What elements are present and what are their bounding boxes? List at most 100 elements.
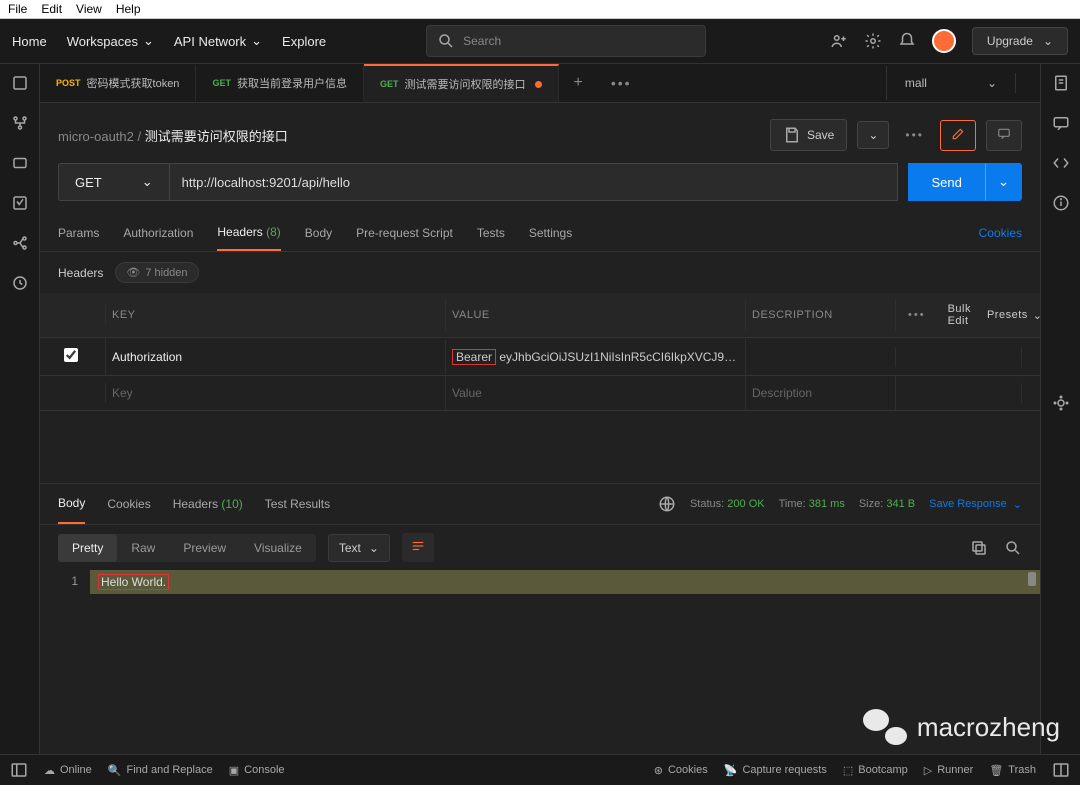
table-more-button[interactable]: •••: [902, 303, 932, 327]
presets-button[interactable]: Presets⌄: [987, 309, 1040, 322]
chevron-down-icon: ⌄: [1013, 498, 1022, 511]
more-actions-button[interactable]: •••: [899, 122, 930, 148]
view-preview[interactable]: Preview: [169, 534, 240, 562]
header-description[interactable]: [746, 347, 896, 367]
line-number: 1: [40, 570, 90, 594]
view-visualize[interactable]: Visualize: [240, 534, 316, 562]
notifications-icon[interactable]: [898, 32, 916, 50]
flows-icon[interactable]: [11, 234, 29, 252]
resp-tab-cookies[interactable]: Cookies: [107, 485, 150, 523]
body-format-select[interactable]: Text⌄: [328, 534, 390, 562]
cookies-link[interactable]: Cookies: [979, 216, 1022, 250]
cookie-icon: ⊛: [654, 764, 663, 777]
header-row-placeholder[interactable]: Key Value Description: [40, 376, 1040, 411]
comments-icon[interactable]: [1052, 114, 1070, 132]
mock-icon[interactable]: [11, 194, 29, 212]
hidden-headers-toggle[interactable]: 👁7 hidden: [115, 262, 198, 283]
subtab-params[interactable]: Params: [58, 216, 99, 250]
subtab-settings[interactable]: Settings: [529, 216, 572, 250]
view-raw[interactable]: Raw: [117, 534, 169, 562]
save-icon: [783, 126, 801, 144]
settings-icon[interactable]: [864, 32, 882, 50]
upgrade-button[interactable]: Upgrade⌄: [972, 27, 1068, 55]
request-subtabs: Params Authorization Headers (8) Body Pr…: [40, 215, 1040, 252]
chevron-down-icon: ⌄: [251, 33, 262, 49]
footer-runner[interactable]: ▷Runner: [924, 761, 974, 779]
edit-button[interactable]: [940, 120, 976, 151]
status-label: Status: 200 OK: [690, 498, 765, 510]
globe-icon[interactable]: [658, 495, 676, 513]
subtab-authorization[interactable]: Authorization: [123, 216, 193, 250]
comment-button[interactable]: [986, 120, 1022, 151]
header-key[interactable]: Authorization: [106, 340, 446, 374]
save-response-button[interactable]: Save Response⌄: [929, 498, 1022, 511]
tab-2[interactable]: GET获取当前登录用户信息: [196, 65, 364, 101]
chevron-down-icon: ⌄: [143, 33, 154, 49]
resp-tab-headers[interactable]: Headers (10): [173, 485, 243, 523]
footer-trash[interactable]: 🗑Trash: [989, 761, 1036, 779]
console-button[interactable]: ▣Console: [229, 764, 285, 777]
send-options-button[interactable]: ⌄: [985, 163, 1022, 201]
url-input[interactable]: [169, 163, 899, 201]
tab-3[interactable]: GET测试需要访问权限的接口: [364, 64, 560, 102]
wrap-lines-button[interactable]: [402, 533, 434, 562]
menu-help[interactable]: Help: [116, 2, 141, 16]
copy-icon[interactable]: [970, 539, 988, 557]
search-icon: [437, 32, 455, 50]
collections-icon[interactable]: [11, 74, 29, 92]
subtab-body[interactable]: Body: [305, 216, 332, 250]
footer-cookies[interactable]: ⊛Cookies: [654, 761, 708, 779]
chevron-down-icon: ⌄: [369, 541, 379, 555]
tab-1[interactable]: POST密码模式获取token: [40, 65, 196, 101]
search-input[interactable]: Search: [426, 25, 706, 57]
console-icon: ▣: [229, 764, 239, 777]
related-icon[interactable]: [1052, 394, 1070, 412]
status-bar: ☁Online 🔍Find and Replace ▣Console ⊛Cook…: [0, 754, 1080, 785]
resp-tab-test-results[interactable]: Test Results: [265, 485, 330, 523]
send-button[interactable]: Send: [908, 163, 984, 201]
environment-preview-icon[interactable]: [1015, 73, 1040, 93]
save-options-button[interactable]: ⌄: [857, 121, 889, 149]
environments-icon[interactable]: [11, 154, 29, 172]
header-value[interactable]: Bearer eyJhbGciOiJSUzI1NiIsInR5cCI6IkpXV…: [446, 339, 746, 375]
scrollbar-thumb[interactable]: [1028, 572, 1036, 586]
http-method-select[interactable]: GET⌄: [58, 163, 169, 201]
find-replace-button[interactable]: 🔍Find and Replace: [108, 764, 213, 777]
footer-capture[interactable]: 📡Capture requests: [724, 761, 827, 779]
add-tab-button[interactable]: +: [559, 64, 596, 102]
bulk-edit-button[interactable]: Bulk Edit: [948, 303, 971, 327]
menu-edit[interactable]: Edit: [41, 2, 62, 16]
history-icon[interactable]: [11, 274, 29, 292]
documentation-icon[interactable]: [1052, 74, 1070, 92]
apis-icon[interactable]: [11, 114, 29, 132]
header-row[interactable]: Authorization Bearer eyJhbGciOiJSUzI1NiI…: [40, 338, 1040, 376]
invite-icon[interactable]: [830, 32, 848, 50]
view-pretty[interactable]: Pretty: [58, 534, 117, 562]
info-icon[interactable]: [1052, 194, 1070, 212]
nav-explore[interactable]: Explore: [282, 34, 326, 49]
resp-tab-body[interactable]: Body: [58, 484, 85, 524]
sidebar-toggle-icon[interactable]: [10, 761, 28, 779]
response-tabs: Body Cookies Headers (10) Test Results S…: [40, 484, 1040, 525]
tab-overflow-button[interactable]: •••: [597, 65, 646, 101]
search-response-icon[interactable]: [1004, 539, 1022, 557]
header-checkbox[interactable]: [64, 348, 78, 362]
menu-file[interactable]: File: [8, 2, 27, 16]
user-avatar[interactable]: [932, 29, 956, 53]
subtab-tests[interactable]: Tests: [477, 216, 505, 250]
footer-bootcamp[interactable]: ⬚Bootcamp: [843, 761, 908, 779]
response-text[interactable]: Hello World.: [90, 570, 1040, 594]
nav-workspaces[interactable]: Workspaces⌄: [67, 33, 154, 49]
col-key: KEY: [106, 299, 446, 331]
nav-api-network[interactable]: API Network⌄: [174, 33, 262, 49]
environment-selector[interactable]: mall⌄: [886, 66, 1015, 100]
code-icon[interactable]: [1052, 154, 1070, 172]
save-button[interactable]: Save: [770, 119, 847, 151]
menu-view[interactable]: View: [76, 2, 102, 16]
nav-home[interactable]: Home: [12, 34, 47, 49]
cloud-icon: ☁: [44, 764, 55, 777]
subtab-headers[interactable]: Headers (8): [217, 215, 280, 251]
two-pane-icon[interactable]: [1052, 761, 1070, 779]
subtab-prerequest[interactable]: Pre-request Script: [356, 216, 453, 250]
online-status[interactable]: ☁Online: [44, 764, 92, 777]
